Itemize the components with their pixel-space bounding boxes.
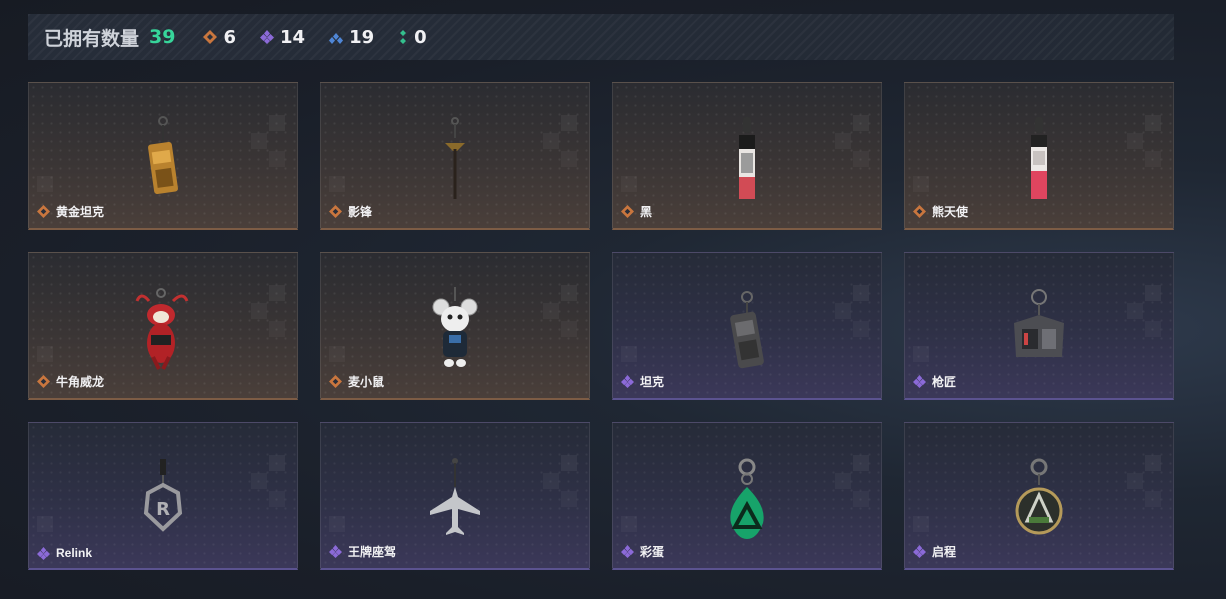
horned-dragon-charm-icon — [29, 287, 297, 377]
purple-rarity-diamond-icon — [329, 545, 342, 558]
charm-card[interactable]: R Relink — [28, 422, 298, 570]
black-tag-charm-icon — [613, 113, 881, 203]
charm-name: 王牌座驾 — [348, 545, 397, 559]
green-rarity-icon — [398, 30, 408, 44]
charm-name: 彩蛋 — [640, 545, 665, 559]
departure-medal-charm-icon — [905, 457, 1173, 547]
purple-rarity-diamond-icon — [621, 545, 634, 558]
owned-count-total: 39 — [149, 26, 176, 48]
charm-name: 枪匠 — [932, 375, 957, 389]
blue-rarity-count: 19 — [329, 27, 374, 48]
charm-card[interactable]: 麦小鼠 — [320, 252, 590, 400]
orange-rarity-diamond-icon — [37, 375, 50, 388]
charm-card[interactable]: 黄金坦克 — [28, 82, 298, 230]
purple-rarity-diamond-icon — [37, 546, 50, 560]
purple-rarity-diamond-icon — [621, 375, 634, 388]
relink-charm-icon: R — [29, 457, 297, 547]
bear-angel-tag-charm-icon — [905, 113, 1173, 203]
owned-count-title: 已拥有数量 — [44, 28, 140, 50]
purple-rarity-diamond-icon — [913, 545, 926, 558]
charm-name: 麦小鼠 — [348, 375, 385, 389]
charm-card[interactable]: 启程 — [904, 422, 1174, 570]
golden-tank-charm-icon — [29, 113, 297, 203]
charm-card[interactable]: 影锋 — [320, 82, 590, 230]
orange-rarity-diamond-icon — [621, 205, 634, 218]
charm-name: 黄金坦克 — [56, 205, 105, 219]
charm-name: 启程 — [932, 545, 957, 559]
charm-card[interactable]: 彩蛋 — [612, 422, 882, 570]
tank-charm-icon — [613, 287, 881, 377]
charm-name: Relink — [56, 546, 93, 560]
owned-count-header: 已拥有数量 39 6 14 19 0 — [28, 14, 1174, 60]
purple-rarity-count: 14 — [260, 27, 305, 48]
charm-name: 熊天使 — [932, 205, 969, 219]
orange-rarity-diamond-icon — [329, 375, 342, 388]
charm-name: 牛角威龙 — [56, 375, 105, 389]
orange-rarity-diamond-icon — [329, 205, 342, 218]
charm-card[interactable]: 牛角威龙 — [28, 252, 298, 400]
purple-rarity-diamond-icon — [913, 375, 926, 388]
orange-rarity-diamond-icon — [913, 205, 926, 218]
green-rarity-count: 0 — [398, 27, 427, 48]
orange-rarity-count: 6 — [203, 27, 236, 48]
charm-name: 影锋 — [348, 205, 373, 219]
charm-card[interactable]: 坦克 — [612, 252, 882, 400]
charm-name: 黑 — [640, 205, 653, 219]
gunsmith-charm-icon — [905, 287, 1173, 377]
charm-card[interactable]: 黑 — [612, 82, 882, 230]
svg-text:R: R — [156, 499, 170, 520]
jet-plane-charm-icon — [321, 457, 589, 547]
charm-card[interactable]: 枪匠 — [904, 252, 1174, 400]
orange-rarity-diamond-icon — [203, 30, 218, 44]
mouse-charm-icon — [321, 287, 589, 377]
charm-card[interactable]: 王牌座驾 — [320, 422, 590, 570]
easter-egg-charm-icon — [613, 457, 881, 547]
purple-rarity-diamond-icon — [260, 30, 274, 44]
charm-name: 坦克 — [640, 375, 665, 389]
charm-card[interactable]: 熊天使 — [904, 82, 1174, 230]
blue-rarity-icon — [329, 30, 344, 44]
shadow-blade-charm-icon — [321, 113, 589, 203]
orange-rarity-diamond-icon — [37, 205, 50, 218]
